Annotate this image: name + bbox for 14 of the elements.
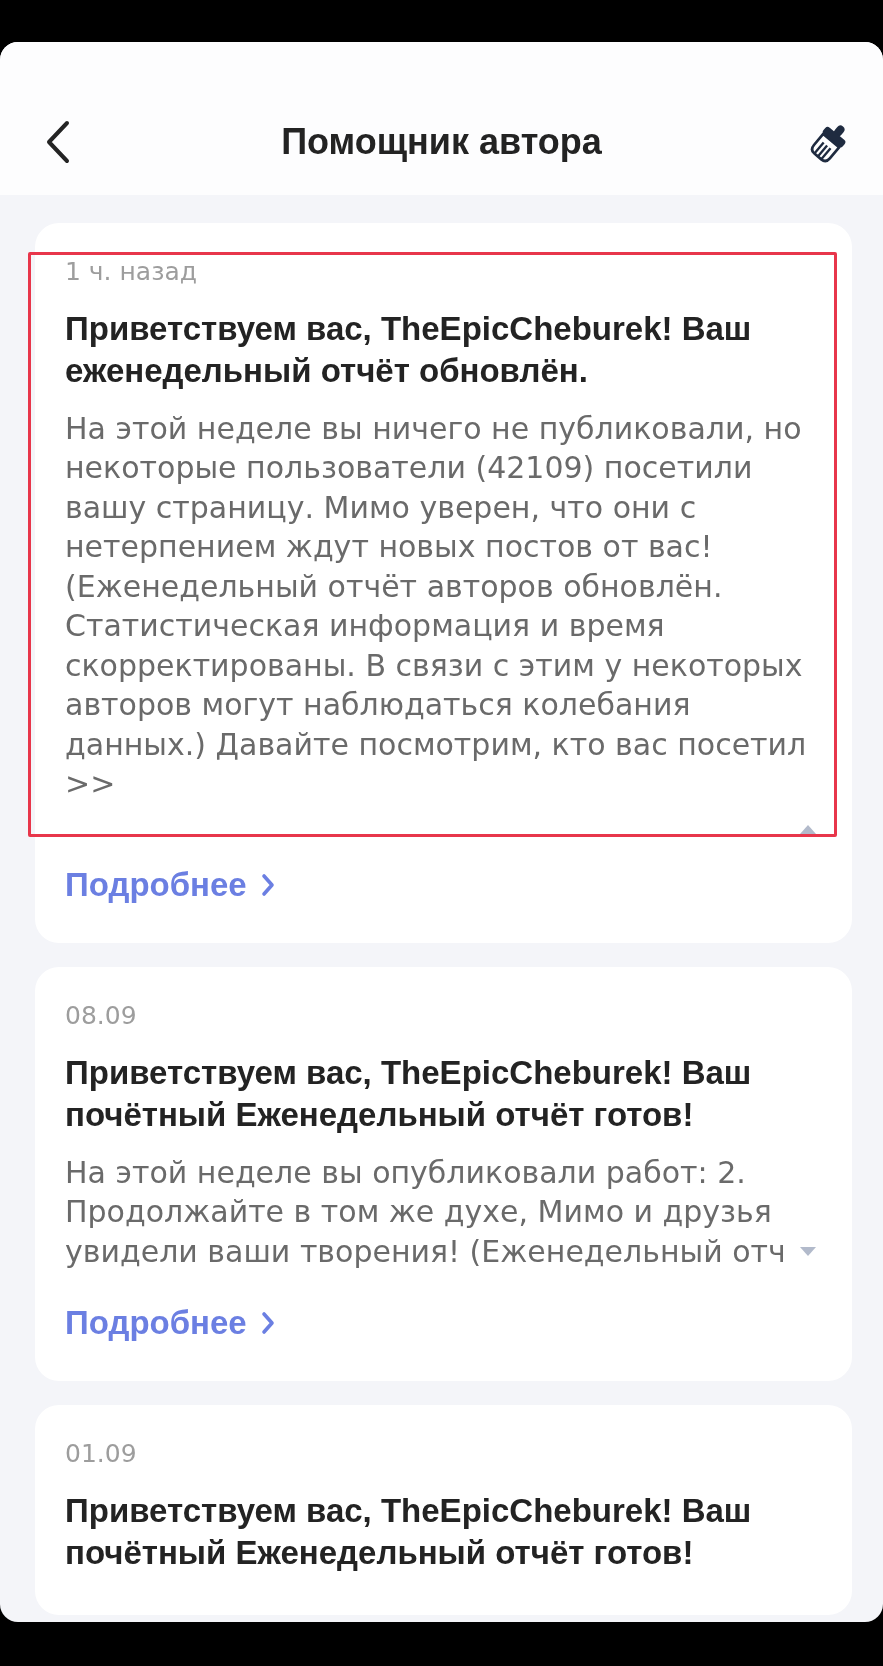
timestamp: 08.09	[65, 1001, 138, 1031]
timestamp: 1 ч. назад	[65, 257, 199, 287]
back-icon[interactable]	[45, 120, 71, 164]
notification-title: Приветствуем вас, TheEpicCheburek! Ваш почётный Еженедельный отчёт готов!	[65, 1053, 753, 1135]
timestamp: 01.09	[65, 1438, 138, 1469]
notification-title: Приветствуем вас, TheEpicCheburek! Ваш почётный Еженедельный отчёт готов!	[65, 1490, 753, 1573]
chevron-right-icon	[260, 873, 275, 897]
chevron-right-icon	[260, 1310, 275, 1335]
details-link[interactable]: Подробнее	[65, 865, 275, 905]
notification-text: На этой неделе вы ничего не публиковали, но некоторые пользователи (42109) посетили вашу страницу. Мимо уверен, что они с нетерпением ждут новых постов от вас! (Еженедельный отчёт авторов обновлён. Статистическая информация и время скорректированы. В связи с этим у некоторых авторов могут наблюдаться колебания данных.) Давайте посмотрим, кто вас посетил >>	[65, 409, 808, 803]
notification-text: На этой неделе вы опубликовали работ: 2. Продолжайте в том же духе, Мимо и друзья увидели ваши творения! (Еженедельный отч	[65, 1153, 787, 1271]
notification-title: Приветствуем вас, TheEpicCheburek! Ваш еженедельный отчёт обновлён.	[65, 309, 753, 391]
details-link[interactable]: Подробнее	[65, 1302, 275, 1343]
page-title: Помощник автора	[281, 120, 602, 164]
